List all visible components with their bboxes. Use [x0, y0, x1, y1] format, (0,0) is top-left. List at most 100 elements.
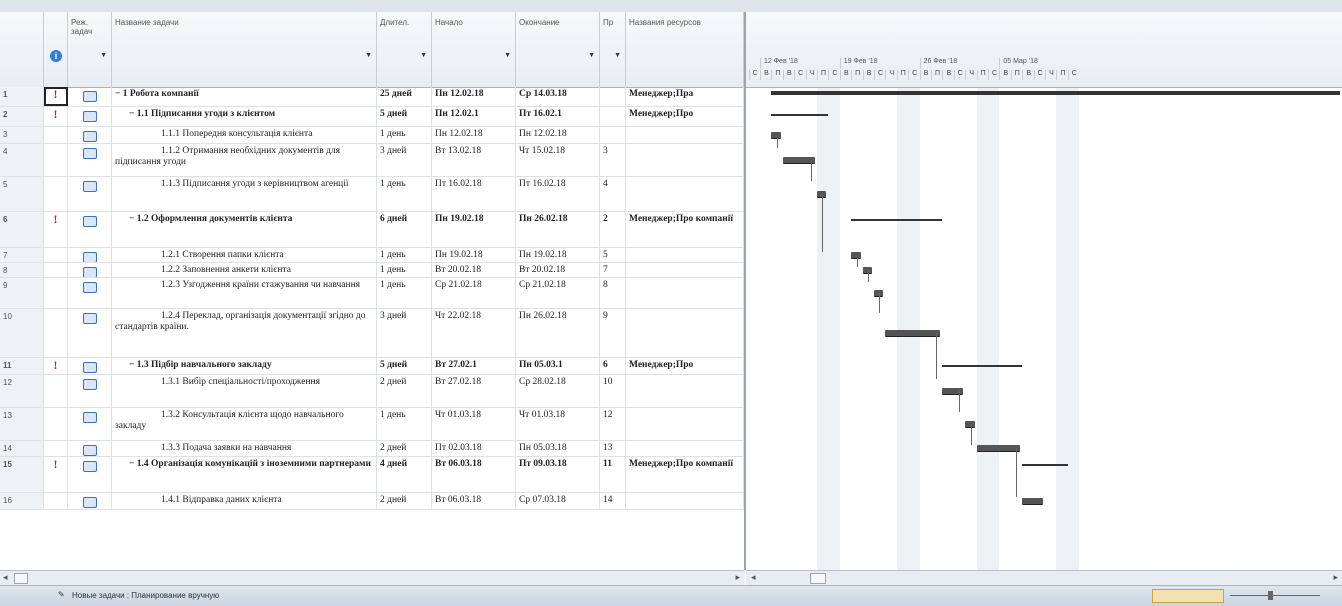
resources-cell[interactable] [626, 309, 744, 357]
row-number[interactable]: 1 [0, 87, 44, 106]
start-cell[interactable]: Пн 12.02.18 [432, 87, 516, 106]
row-number[interactable]: 4 [0, 144, 44, 176]
finish-cell[interactable]: Чт 15.02.18 [516, 144, 600, 176]
task-sheet[interactable]: i Реж. задач ▼ Название задачи ▼ Длител. ▼ … [0, 12, 746, 570]
summary-bar[interactable] [1022, 464, 1068, 466]
predecessors-cell[interactable]: 10 [600, 375, 626, 407]
table-row[interactable]: 7 1.2.1 Створення папки клієнта 1 день Пн 1… [0, 248, 744, 263]
table-row[interactable]: 3 1.1.1 Попередня консультація клієнта 1 д… [0, 127, 744, 144]
duration-cell[interactable]: 6 дней [377, 212, 432, 247]
name-header[interactable]: Название задачи ▼ [112, 12, 377, 87]
resources-cell[interactable]: Менеджер;Пра [626, 87, 744, 106]
row-number[interactable]: 13 [0, 408, 44, 440]
zoom-slider-thumb[interactable] [1268, 591, 1273, 600]
resources-cell[interactable]: Менеджер;Про [626, 358, 744, 374]
table-row[interactable]: 8 1.2.2 Заповнення анкети клієнта 1 день Вт… [0, 263, 744, 278]
table-row[interactable]: 9 1.2.3 Узгодження країни стажування чи н… [0, 278, 744, 309]
table-row[interactable]: 5 1.1.3 Підписання угоди з керівництвом а… [0, 177, 744, 212]
chevron-down-icon[interactable]: ▼ [588, 52, 595, 59]
start-header[interactable]: Начало ▼ [432, 12, 516, 87]
start-cell[interactable]: Пн 19.02.18 [432, 212, 516, 247]
task-bar[interactable] [1022, 498, 1043, 504]
start-cell[interactable]: Пн 19.02.18 [432, 248, 516, 262]
duration-cell[interactable]: 5 дней [377, 358, 432, 374]
duration-cell[interactable]: 1 день [377, 248, 432, 262]
duration-cell[interactable]: 25 дней [377, 87, 432, 106]
resources-cell[interactable]: Менеджер;Про [626, 107, 744, 126]
predecessors-cell[interactable]: 12 [600, 408, 626, 440]
predecessors-cell[interactable]: 13 [600, 441, 626, 456]
row-number[interactable]: 2 [0, 107, 44, 126]
finish-cell[interactable]: Пт 16.02.18 [516, 177, 600, 211]
finish-cell[interactable]: Пн 26.02.18 [516, 212, 600, 247]
finish-cell[interactable]: Ср 21.02.18 [516, 278, 600, 308]
predecessors-cell[interactable]: 6 [600, 358, 626, 374]
start-cell[interactable]: Вт 06.03.18 [432, 457, 516, 492]
sheet-hscrollbar[interactable]: ◂ ▸ [0, 570, 744, 585]
task-bar[interactable] [885, 330, 941, 336]
scroll-right-icon[interactable]: ▸ [1333, 572, 1338, 583]
scroll-left-icon[interactable]: ◂ [3, 572, 8, 583]
duration-cell[interactable]: 4 дней [377, 457, 432, 492]
row-number[interactable]: 11 [0, 358, 44, 374]
start-cell[interactable]: Пт 02.03.18 [432, 441, 516, 456]
duration-cell[interactable]: 1 день [377, 127, 432, 143]
start-cell[interactable]: Пн 12.02.18 [432, 127, 516, 143]
finish-cell[interactable]: Ср 14.03.18 [516, 87, 600, 106]
row-number[interactable]: 12 [0, 375, 44, 407]
finish-cell[interactable]: Пн 26.02.18 [516, 309, 600, 357]
zoom-slider[interactable] [1230, 595, 1320, 596]
summary-bar[interactable] [851, 219, 943, 221]
task-name-cell[interactable]: 1.2.4 Переклад, організація документації… [112, 309, 377, 357]
start-cell[interactable]: Чт 22.02.18 [432, 309, 516, 357]
task-name-cell[interactable]: 1.3.2 Консультація клієнта щодо навчальн… [112, 408, 377, 440]
start-cell[interactable]: Пн 12.02.1 [432, 107, 516, 126]
task-name-cell[interactable]: 1.1.2 Отримання необхідних документів дл… [112, 144, 377, 176]
table-row[interactable]: 16 1.4.1 Відправка даних клієнта 2 дней Вт … [0, 493, 744, 510]
scroll-thumb[interactable] [14, 573, 28, 584]
duration-cell[interactable]: 1 день [377, 408, 432, 440]
row-number[interactable]: 16 [0, 493, 44, 509]
predecessors-cell[interactable]: 14 [600, 493, 626, 509]
chevron-down-icon[interactable]: ▼ [504, 52, 511, 59]
chevron-down-icon[interactable]: ▼ [420, 52, 427, 59]
duration-cell[interactable]: 2 дней [377, 441, 432, 456]
task-name-cell[interactable]: − 1.4 Організація комунікацій з іноземни… [112, 457, 377, 492]
predecessors-cell[interactable] [600, 107, 626, 126]
duration-cell[interactable]: 2 дней [377, 493, 432, 509]
scroll-right-icon[interactable]: ▸ [735, 572, 740, 583]
table-row[interactable]: 6! − 1.2 Оформлення документів клієнта 6 д… [0, 212, 744, 248]
resources-cell[interactable] [626, 127, 744, 143]
predecessors-cell[interactable]: 8 [600, 278, 626, 308]
start-cell[interactable]: Чт 01.03.18 [432, 408, 516, 440]
row-number[interactable]: 7 [0, 248, 44, 262]
row-number[interactable]: 14 [0, 441, 44, 456]
predecessors-cell[interactable]: 7 [600, 263, 626, 277]
mode-header[interactable]: Реж. задач ▼ [68, 12, 112, 87]
resources-cell[interactable] [626, 177, 744, 211]
table-row[interactable]: 4 1.1.2 Отримання необхідних документів д… [0, 144, 744, 177]
finish-cell[interactable]: Ср 07.03.18 [516, 493, 600, 509]
duration-cell[interactable]: 1 день [377, 177, 432, 211]
scroll-left-icon[interactable]: ◂ [751, 572, 756, 583]
summary-bar[interactable] [771, 114, 829, 116]
task-name-cell[interactable]: 1.1.1 Попередня консультація клієнта [112, 127, 377, 143]
table-row[interactable]: 13 1.3.2 Консультація клієнта щодо навчал… [0, 408, 744, 441]
predecessors-cell[interactable] [600, 87, 626, 106]
duration-cell[interactable]: 1 день [377, 278, 432, 308]
row-number[interactable]: 5 [0, 177, 44, 211]
resources-cell[interactable] [626, 248, 744, 262]
table-row[interactable]: 10 1.2.4 Переклад, організація документац… [0, 309, 744, 358]
task-name-cell[interactable]: − 1 Робота компанії [112, 87, 377, 106]
task-name-cell[interactable]: 1.3.3 Подача заявки на навчання [112, 441, 377, 456]
start-cell[interactable]: Вт 27.02.1 [432, 358, 516, 374]
resources-cell[interactable]: Менеджер;Про компанії [626, 212, 744, 247]
task-name-cell[interactable]: 1.3.1 Вибір спеціальності/проходження [112, 375, 377, 407]
scroll-thumb[interactable] [810, 573, 826, 584]
duration-cell[interactable]: 2 дней [377, 375, 432, 407]
row-number[interactable]: 3 [0, 127, 44, 143]
start-cell[interactable]: Вт 13.02.18 [432, 144, 516, 176]
resources-header[interactable]: Названия ресурсов [626, 12, 744, 87]
duration-cell[interactable]: 5 дней [377, 107, 432, 126]
task-name-cell[interactable]: 1.1.3 Підписання угоди з керівництвом аг… [112, 177, 377, 211]
